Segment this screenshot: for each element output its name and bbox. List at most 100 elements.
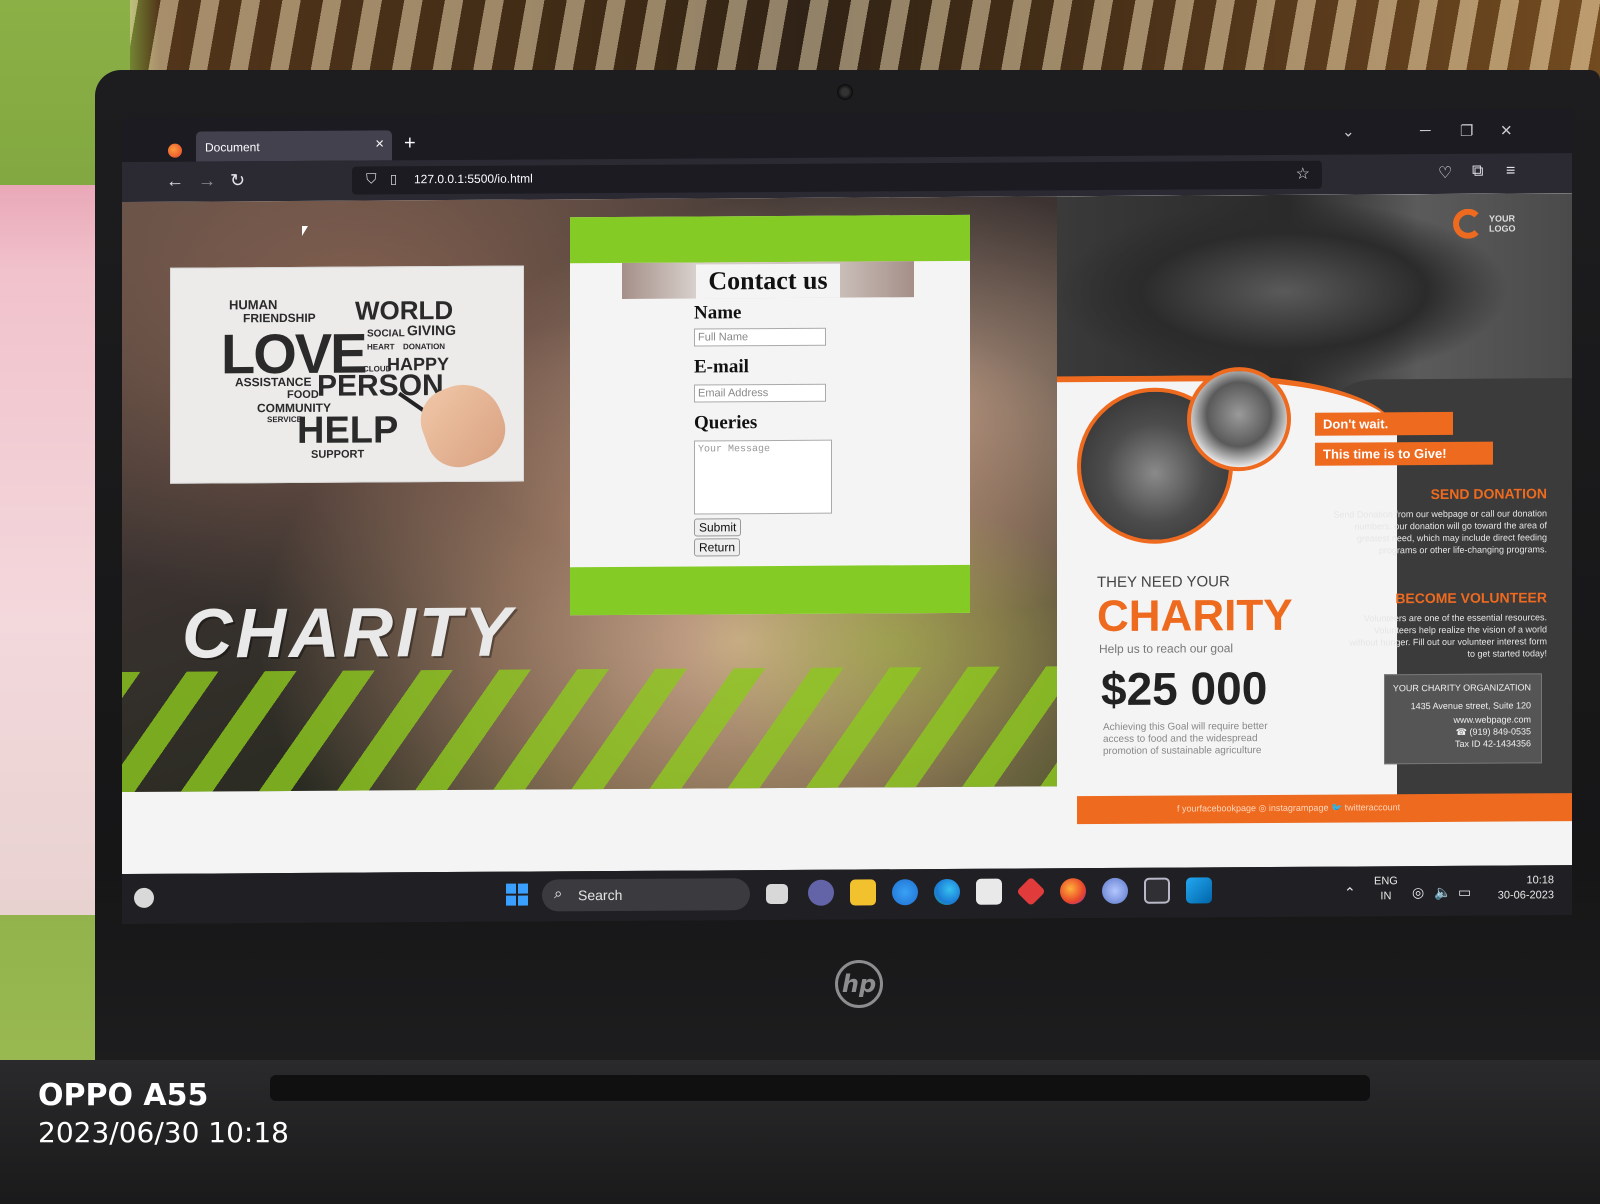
mail-app-icon[interactable] <box>1144 877 1170 904</box>
wordcloud-word: SOCIAL <box>367 328 405 340</box>
camera-watermark-timestamp: 2023/06/30 10:18 <box>38 1116 289 1149</box>
language-code: ENG <box>1374 875 1398 888</box>
org-website: www.webpage.com <box>1453 714 1531 725</box>
poster-goal-amount: $25 000 <box>1101 662 1268 716</box>
logo-icon <box>1453 208 1483 239</box>
contact-bottom-band <box>570 564 970 616</box>
tray-overflow-icon[interactable]: ⌃ <box>1344 884 1356 901</box>
browser-globe-icon[interactable] <box>892 879 918 906</box>
clock[interactable]: 10:18 30-06-2023 <box>1486 873 1554 903</box>
back-button[interactable]: ← <box>166 171 184 192</box>
poster-footer-bar: f yourfacebookpage ◎ instagrampage 🐦 twi… <box>1077 793 1572 825</box>
wordcloud-word: HEART <box>367 342 395 352</box>
queries-label: Queries <box>694 412 758 434</box>
become-volunteer-heading: BECOME VOLUNTEER <box>1395 589 1547 607</box>
contact-header-strip: Contact us <box>622 261 914 299</box>
taskbar-search[interactable]: ⌕ Search <box>542 878 750 912</box>
list-tabs-icon[interactable]: ⌄ <box>1342 122 1355 140</box>
laptop-hinge <box>270 1075 1370 1101</box>
page-viewport: HUMAN FRIENDSHIP WORLD GIVING LOVE SOCIA… <box>122 193 1572 875</box>
submit-button[interactable]: Submit <box>694 518 742 537</box>
poster-need-text: THEY NEED YOUR <box>1097 573 1230 592</box>
hero-stripes <box>122 666 1072 792</box>
return-button[interactable]: Return <box>694 538 741 557</box>
region-code: IN <box>1380 890 1392 903</box>
org-tax-id: Tax ID 42-1434356 <box>1454 738 1531 749</box>
contact-form: Contact us Name E-mail Queries Submit Re… <box>570 214 970 616</box>
poster-social-links: f yourfacebookpage ◎ instagrampage 🐦 twi… <box>1177 802 1401 814</box>
reload-button[interactable]: ↻ <box>230 170 245 191</box>
wordcloud-word: FOOD <box>287 388 319 401</box>
org-address: 1435 Avenue street, Suite 120 <box>1410 700 1531 712</box>
page-info-icon[interactable]: ▯ <box>390 171 397 187</box>
git-icon[interactable] <box>1016 876 1046 907</box>
weather-widget-icon[interactable] <box>134 887 154 908</box>
charity-poster-image: YOUR LOGO Don't wait. This time is to Gi… <box>1057 193 1572 837</box>
poster-help-text: Help us to reach our goal <box>1099 641 1234 657</box>
hp-logo: hp <box>835 960 883 1008</box>
poster-tag-give: This time is to Give! <box>1315 441 1493 466</box>
teams-chat-icon[interactable] <box>808 879 834 906</box>
network-icon[interactable]: ◎ <box>1412 884 1424 901</box>
wordcloud-word: SUPPORT <box>311 448 365 461</box>
wordcloud-word: WORLD <box>355 294 454 326</box>
address-bar[interactable]: ⛉ ▯ 127.0.0.1:5500/io.html ☆ <box>352 160 1322 195</box>
love-wordcloud-image: HUMAN FRIENDSHIP WORLD GIVING LOVE SOCIA… <box>170 265 524 484</box>
file-explorer-icon[interactable] <box>850 879 876 906</box>
queries-textarea[interactable] <box>694 439 832 515</box>
wordcloud-word: GIVING <box>407 321 457 339</box>
menu-icon[interactable]: ≡ <box>1506 162 1515 180</box>
send-donation-text: Send Donation from our webpage or call o… <box>1333 508 1547 556</box>
task-view-icon[interactable] <box>766 883 788 905</box>
org-phone: ☎ (919) 849-0535 <box>1455 726 1531 737</box>
vscode-icon[interactable] <box>1186 877 1212 904</box>
organization-box: YOUR CHARITY ORGANIZATION 1435 Avenue st… <box>1384 673 1542 765</box>
name-input[interactable] <box>694 327 826 347</box>
new-tab-button[interactable]: + <box>404 132 416 155</box>
poster-circle-photo <box>1187 366 1291 472</box>
firefox-taskbar-icon[interactable] <box>1060 878 1086 905</box>
webcam <box>837 84 853 100</box>
volume-icon[interactable]: 🔈 <box>1434 884 1451 901</box>
restore-icon[interactable]: ❐ <box>1460 122 1473 140</box>
become-volunteer-text: Volunteers are one of the essential reso… <box>1349 612 1547 659</box>
edge-icon[interactable] <box>934 878 960 906</box>
laptop-screen: Document × + ⌄ ─ ❐ ✕ ← → ↻ ⛉ ▯ 127.0.0.1… <box>122 109 1572 925</box>
battery-icon[interactable]: ▭ <box>1458 884 1471 901</box>
close-window-icon[interactable]: ✕ <box>1500 122 1513 140</box>
poster-logo-text: YOUR LOGO <box>1489 213 1516 234</box>
tab-close-icon[interactable]: × <box>375 135 384 152</box>
poster-tag-dont-wait: Don't wait. <box>1315 411 1453 436</box>
send-donation-heading: SEND DONATION <box>1430 485 1547 503</box>
forward-button[interactable]: → <box>198 170 216 191</box>
microsoft-store-icon[interactable] <box>976 878 1002 905</box>
wordcloud-word: HUMAN <box>229 297 278 313</box>
language-indicator[interactable]: ENG IN <box>1374 874 1398 904</box>
poster-goal-description: Achieving this Goal will require better … <box>1103 721 1268 758</box>
name-label: Name <box>694 302 742 324</box>
url-text[interactable]: 127.0.0.1:5500/io.html <box>414 171 533 186</box>
tab-title: Document <box>205 140 260 155</box>
email-label: E-mail <box>694 356 749 378</box>
wordcloud-word: PERSON <box>317 369 444 403</box>
email-input[interactable] <box>694 383 826 403</box>
wordcloud-word: HELP <box>297 409 399 452</box>
taskbar-search-label: Search <box>578 886 623 904</box>
bookmark-star-icon[interactable]: ☆ <box>1296 164 1310 184</box>
poster-charity-heading: CHARITY <box>1097 590 1293 642</box>
windows-taskbar: ⌕ Search ⌃ ENG IN ◎ 🔈 ▭ 10:18 30-06-2023 <box>122 865 1572 924</box>
tab-document[interactable]: Document × <box>196 130 392 162</box>
wordcloud-word: DONATION <box>403 342 446 352</box>
org-name: YOUR CHARITY ORGANIZATION <box>1392 682 1531 694</box>
hero-charity-title: CHARITY <box>182 592 515 673</box>
mouse-cursor <box>302 226 308 236</box>
minimize-icon[interactable]: ─ <box>1420 122 1431 139</box>
contact-top-band <box>570 214 970 264</box>
extensions-icon[interactable]: ⧉ <box>1472 163 1483 181</box>
search-icon: ⌕ <box>554 885 563 903</box>
tracking-protection-icon[interactable]: ⛉ <box>366 170 377 187</box>
start-button-icon[interactable] <box>506 883 528 906</box>
pocket-icon[interactable]: ♡ <box>1438 163 1452 183</box>
firefox-view-icon[interactable] <box>168 143 182 158</box>
app-store-icon[interactable] <box>1102 877 1128 905</box>
